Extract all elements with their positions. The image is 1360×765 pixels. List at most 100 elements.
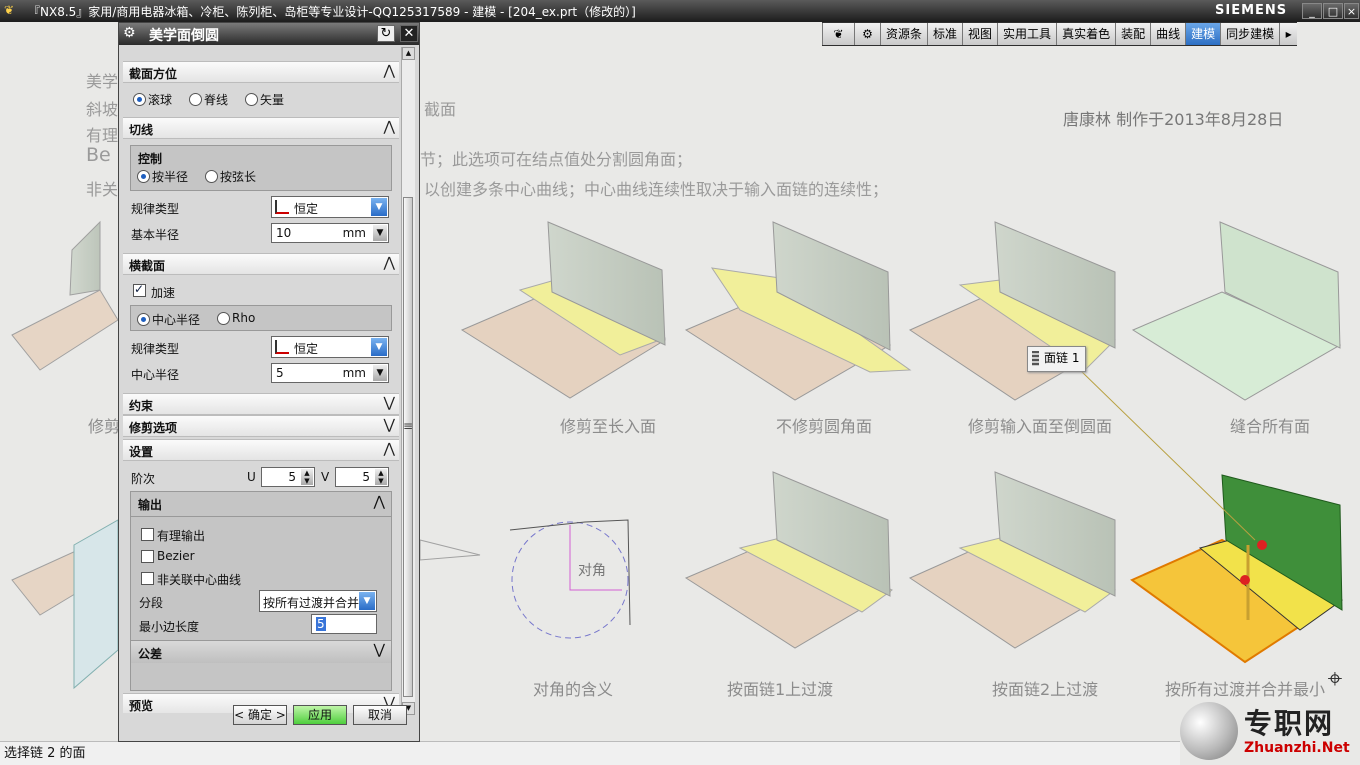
radio-spine[interactable]: 脊线 [189,91,228,108]
bezier-label: Bezier [157,549,195,563]
reset-icon[interactable]: ↻ [377,25,395,42]
spin-icon[interactable]: ▲ ▼ [375,469,387,485]
section-orientation-header[interactable]: 截面方位 ⋀ [123,61,399,83]
cancel-button[interactable]: 取消 [353,705,407,725]
law-type-label: 规律类型 [131,342,180,356]
base-radius-input[interactable]: 10 mm ▼ [271,223,389,243]
value-menu-icon[interactable]: ▼ [373,365,387,381]
center-radius-input[interactable]: 5 mm ▼ [271,363,389,383]
note-line-4: Be [86,144,111,166]
collapse-icon: ⋀ [383,441,395,457]
scroll-thumb[interactable] [403,197,413,697]
degree-label: 阶次 [131,472,156,486]
ribbon-tab-bar: ❦ ⚙ 资源条 标准 视图 实用工具 真实着色 装配 曲线 建模 同步建模 ▸ [822,22,1298,46]
cross-section-header[interactable]: 横截面 ⋀ [123,253,399,275]
min-edge-length-label: 最小边长度 [139,620,200,634]
control-group-label: 控制 [138,152,163,166]
law-constant-icon [275,200,289,214]
chevron-down-icon: ▼ [371,198,387,216]
u-degree-input[interactable]: 5 ▲ ▼ [261,467,315,487]
maximize-button[interactable]: □ [1323,3,1343,19]
tolerance-label: 公差 [138,647,163,661]
caption-merge-all: 按所有过渡并合并最小 [1165,680,1326,699]
dialog-close-icon[interactable]: ✕ [400,25,418,42]
view-triad-icon[interactable]: ⌖ [1320,664,1350,694]
watermark-cn: 专职网 [1244,707,1335,740]
close-button[interactable]: × [1344,3,1359,19]
expand-icon: ⋁ [373,642,385,658]
base-radius-row: 基本半径 10 mm ▼ [123,221,399,245]
radio-by-radius[interactable]: 按半径 [137,168,188,185]
tangent-law-type-select[interactable]: 恒定 ▼ [271,196,389,218]
trim-options-header[interactable]: 修剪选项 ⋁ [123,415,399,437]
dialog-gear-icon[interactable]: ⚙ [123,25,136,41]
aesthetic-face-blend-dialog: ⚙ 美学面倒圆 ↻ ✕ 截面方位 ⋀ 滚球 脊线 矢量 切线 ⋀ 控制 按半径 … [118,22,420,742]
v-degree-input[interactable]: 5 ▲ ▼ [335,467,389,487]
value-menu-icon[interactable]: ▼ [373,225,387,241]
non-assoc-center-curve-checkbox[interactable] [141,572,154,585]
ok-button[interactable]: < 确定 > [233,705,287,725]
constraints-label: 约束 [129,399,154,413]
note-line-5b: 以创建多条中心曲线；中心曲线连续性取决于输入面链的连续性； [424,180,889,199]
dialog-scrollbar[interactable]: ▲ ▼ [401,47,415,715]
minimize-button[interactable]: _ [1302,3,1322,19]
non-assoc-center-curve-label: 非关联中心曲线 [157,573,242,587]
segment-select[interactable]: 按所有过渡并合并 ▼ [259,590,377,612]
tab-sync-modeling[interactable]: 同步建模 [1220,23,1280,45]
tangent-header[interactable]: 切线 ⋀ [123,117,399,139]
gear-icon[interactable]: ⚙ [854,23,880,45]
caption-no-trim-fillet: 不修剪圆角面 [776,417,873,436]
dialog-title-bar[interactable]: ⚙ 美学面倒圆 ↻ ✕ [119,23,419,45]
collapse-icon[interactable]: ⋀ [374,494,385,510]
min-edge-length-input[interactable]: 5 [311,614,377,634]
tolerance-header[interactable]: 公差 ⋁ [131,640,391,663]
tab-curve[interactable]: 曲线 [1150,23,1186,45]
spin-icon[interactable]: ▲ ▼ [301,469,313,485]
cross-law-type-select[interactable]: 恒定 ▼ [271,336,389,358]
accelerate-label: 加速 [151,286,176,300]
radio-rho[interactable]: Rho [217,311,255,325]
apply-button[interactable]: 应用 [293,705,347,725]
cross-section-label: 横截面 [129,259,166,273]
degree-row: 阶次 U 5 ▲ ▼ V 5 ▲ ▼ [123,465,399,489]
orientation-row: 滚球 脊线 矢量 [123,87,399,111]
settings-header[interactable]: 设置 ⋀ [123,439,399,461]
law-type-label: 规律类型 [131,202,180,216]
tab-resource-bar[interactable]: 资源条 [880,23,928,45]
dialog-panel: 截面方位 ⋀ 滚球 脊线 矢量 切线 ⋀ 控制 按半径 按弦长 规律类型 恒定 … [123,47,399,713]
note-line-2: 斜坡 [86,100,119,119]
radio-rolling-ball[interactable]: 滚球 [133,91,172,108]
ribbon-more-icon[interactable]: ▸ [1279,23,1298,45]
radio-center-radius[interactable]: 中心半径 [137,311,200,328]
tab-modeling[interactable]: 建模 [1185,23,1221,45]
resize-grip-icon[interactable]: ≡ [403,419,413,433]
u-label: U [247,470,256,484]
rational-output-checkbox[interactable] [141,528,154,541]
caption-face-chain-1: 按面链1上过渡 [727,680,834,699]
tab-utilities[interactable]: 实用工具 [997,23,1057,45]
constraints-header[interactable]: 约束 ⋁ [123,393,399,415]
center-radius-row: 中心半径 5 mm ▼ [123,361,399,385]
accelerate-checkbox[interactable] [133,282,146,297]
globe-logo-icon [1180,702,1238,760]
note-line-4b: 节；此选项可在结点值处分割圆角面； [420,150,693,169]
caption-sew-all-faces: 缝合所有面 [1230,417,1311,436]
tab-view[interactable]: 视图 [962,23,998,45]
window-title: 『NX8.5』家用/商用电器冰箱、冷柜、陈列柜、岛柜等专业设计-QQ125317… [28,5,636,19]
watermark: 专职网 Zhuanzhi.Net [1180,700,1360,765]
scroll-up-icon[interactable]: ▲ [402,47,415,60]
expand-icon: ⋁ [383,417,395,433]
expand-icon: ⋁ [383,395,395,411]
radio-vector[interactable]: 矢量 [245,91,284,108]
tab-assembly[interactable]: 装配 [1115,23,1151,45]
trim-options-label: 修剪选项 [129,421,178,435]
brand-label: SIEMENS [1215,3,1288,18]
tab-standard[interactable]: 标准 [927,23,963,45]
radio-by-chord[interactable]: 按弦长 [205,168,256,185]
tab-true-shading[interactable]: 真实着色 [1056,23,1116,45]
cross-section-options: 中心半径 Rho [130,305,392,331]
diagonal-label: 对角 [578,563,606,579]
bezier-checkbox[interactable] [141,550,154,563]
nx-start-icon[interactable]: ❦ [822,23,854,45]
tangent-label: 切线 [129,123,154,137]
